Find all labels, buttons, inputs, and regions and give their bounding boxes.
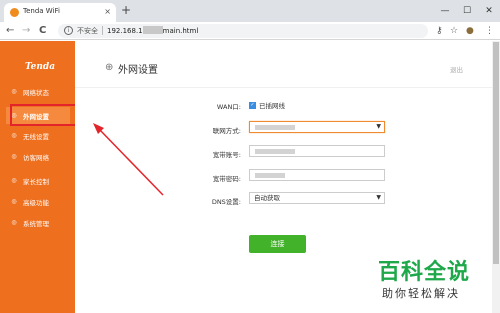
password-label: 宽带密码: [212,175,241,183]
scrollbar[interactable] [492,41,500,313]
sidebar-item-advanced[interactable]: ◎ 高级功能 [6,193,70,210]
dns-select[interactable]: 自动获取 ▼ [249,192,385,204]
dns-value: 自动获取 [254,194,280,202]
wan-status: ✓ 已插网线 [249,101,285,110]
wifi-icon: ◎ [11,132,17,139]
connection-type-select[interactable]: ▼ [249,121,385,133]
sidebar-item-system[interactable]: ◎ 系统管理 [6,214,70,231]
tab-close-icon[interactable]: × [104,6,111,18]
url-separator [102,26,103,35]
url-text[interactable]: 192.168.1 main.html [107,26,198,35]
forward-button[interactable]: → [22,23,30,38]
watermark: 百科全说 助你轻松解决 [378,252,492,308]
dns-label: DNS设置: [211,198,241,206]
sidebar-item-parental-control[interactable]: ◎ 家长控制 [6,172,70,189]
tab-strip: Tenda WiFi × + — ☐ ✕ [0,0,500,22]
connection-type-value-blur [255,125,295,130]
account-input[interactable] [249,145,385,157]
chevron-down-icon: ▼ [376,123,381,130]
tenda-logo: Tenda [25,62,56,72]
password-input[interactable] [249,169,385,181]
sidebar: Tenda ◎ 网络状态 ◎ 外网设置 ◎ 无线设置 ◎ 访客网络 ◎ 家长控制… [0,41,75,313]
browser-toolbar: ← → C i 不安全 192.168.1 main.html ⚷ ☆ ● ⋮ [0,22,500,40]
url-blur [142,26,163,34]
maximize-button[interactable]: ☐ [456,0,478,22]
minimize-button[interactable]: — [434,0,456,22]
sidebar-item-wireless[interactable]: ◎ 无线设置 [6,127,70,144]
logout-link[interactable]: 退出 [450,64,463,74]
page-title: 外网设置 [118,65,158,76]
key-icon[interactable]: ⚷ [436,25,443,37]
info-icon[interactable]: i [64,26,73,35]
watermark-subtitle: 助你轻松解决 [382,287,460,300]
annotation-highlight-box [10,104,77,126]
address-bar[interactable]: i 不安全 192.168.1 main.html [58,24,428,38]
wrench-icon: ◎ [11,198,17,205]
status-icon: ◎ [11,88,17,95]
browser-tab[interactable]: Tenda WiFi × [4,3,116,22]
profile-icon[interactable]: ● [466,25,474,37]
new-tab-button[interactable]: + [121,3,131,17]
account-value-blur [255,149,295,154]
chevron-down-icon: ▼ [376,194,381,201]
parental-icon: ◎ [11,177,17,184]
back-button[interactable]: ← [6,23,14,38]
guest-icon: ◎ [11,153,17,160]
account-label: 宽带账号: [212,151,241,159]
tenda-favicon-icon [10,8,19,17]
globe-icon: ⊕ [105,62,114,73]
password-value-blur [255,173,285,178]
connect-button[interactable]: 连接 [249,235,306,253]
wan-label: WAN口: [216,103,241,111]
star-icon[interactable]: ☆ [450,25,458,37]
close-window-button[interactable]: ✕ [478,0,500,22]
tab-title: Tenda WiFi [23,7,60,15]
window-controls: — ☐ ✕ [434,0,500,22]
menu-icon[interactable]: ⋮ [485,25,494,37]
insecure-label: 不安全 [77,27,98,35]
reload-button[interactable]: C [39,23,46,38]
cable-status-icon: ✓ [249,101,256,109]
header-divider [75,87,492,88]
watermark-title: 百科全说 [378,260,471,285]
sidebar-item-network-status[interactable]: ◎ 网络状态 [6,83,70,100]
sidebar-item-guest-network[interactable]: ◎ 访客网络 [6,148,70,165]
connection-type-label: 联网方式: [212,127,241,135]
gear-icon: ◎ [11,219,17,226]
scrollbar-thumb[interactable] [493,42,499,264]
